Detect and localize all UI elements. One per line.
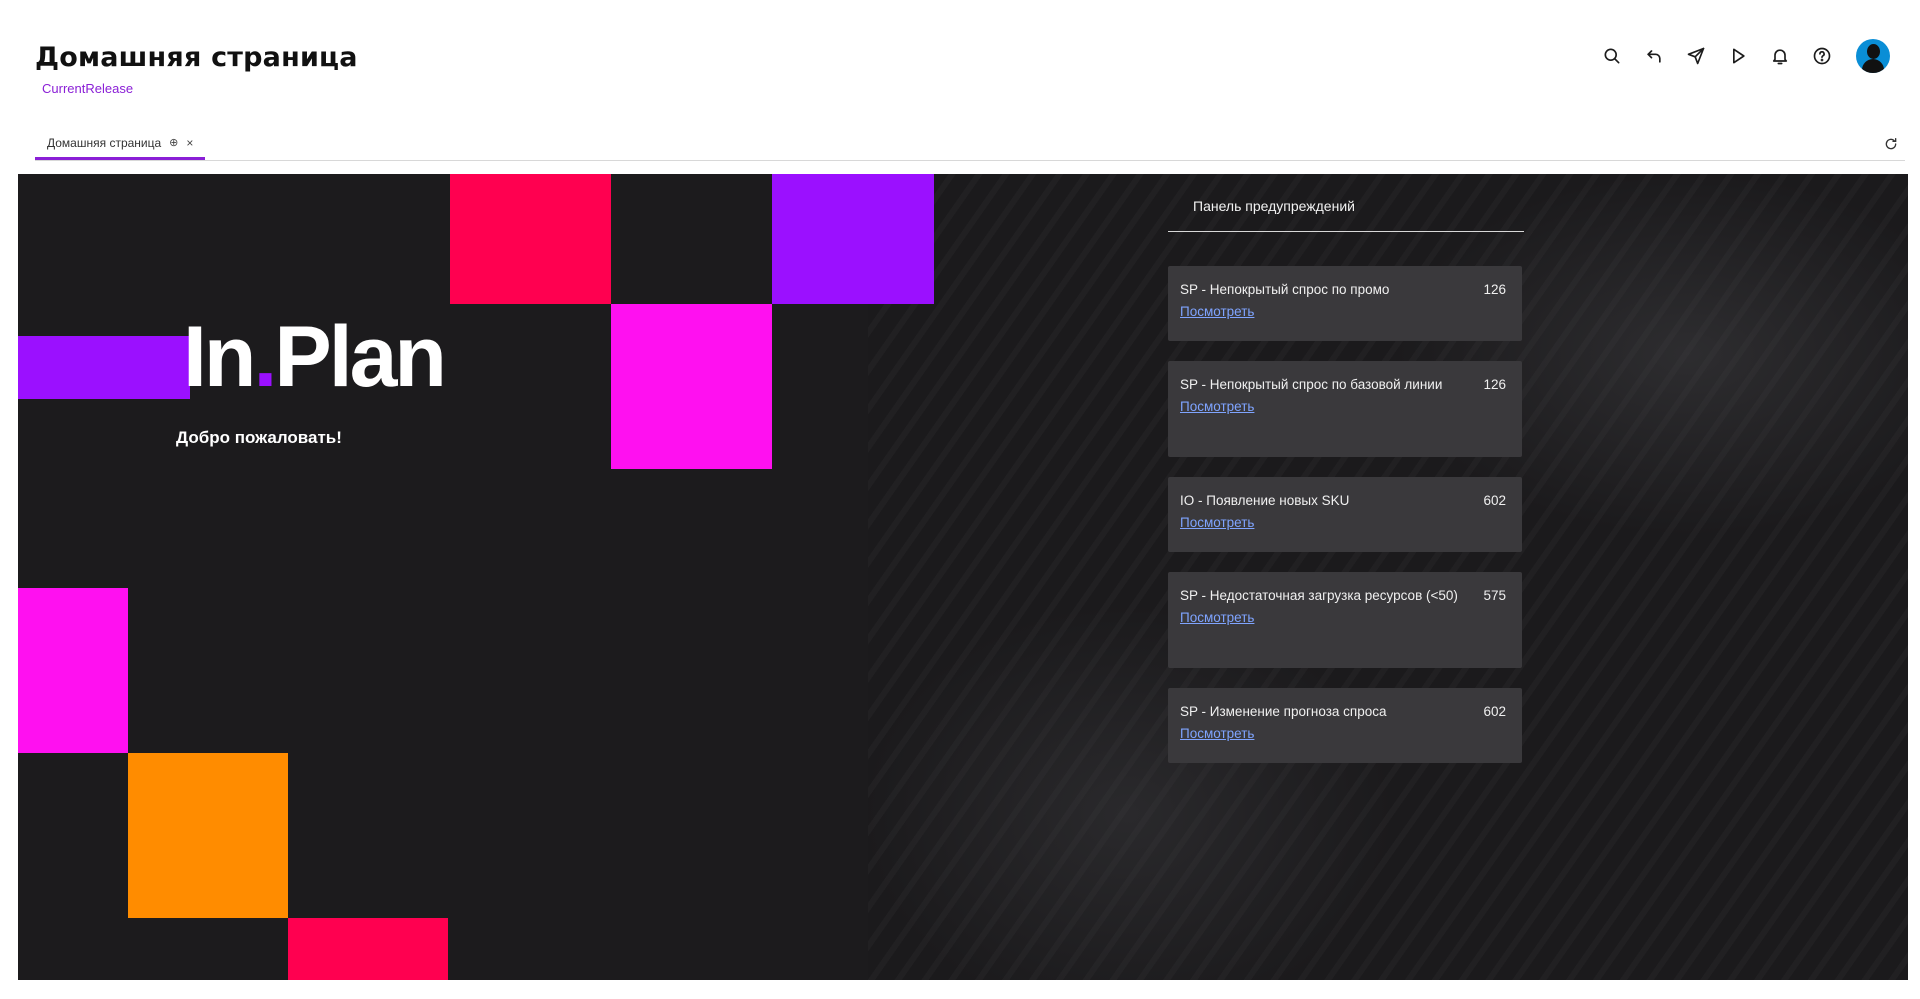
- send-icon[interactable]: [1682, 42, 1710, 70]
- warning-card: SP - Непокрытый спрос по промо 126 Посмо…: [1168, 266, 1522, 341]
- toolbar: [1598, 38, 1890, 74]
- warnings-panel: Панель предупреждений SP - Непокрытый сп…: [1168, 174, 1524, 763]
- decor-square-magenta-left: [18, 588, 128, 753]
- warnings-panel-title: Панель предупреждений: [1168, 174, 1524, 232]
- welcome-text: Добро пожаловать!: [176, 428, 342, 447]
- decor-square-magenta-mid: [611, 304, 772, 469]
- welcome-banner: In.Plan Добро пожаловать! Панель предупр…: [18, 174, 1908, 980]
- view-link[interactable]: Посмотреть: [1180, 726, 1254, 741]
- bell-icon[interactable]: [1766, 42, 1794, 70]
- tab-bar: Домашняя страница ⊕ ×: [35, 128, 206, 160]
- warning-title: SP - Непокрытый спрос по промо: [1180, 282, 1390, 297]
- decor-square-red-top: [450, 174, 611, 304]
- decor-square-purple-top: [772, 174, 934, 304]
- close-icon[interactable]: ×: [186, 136, 193, 150]
- pin-icon[interactable]: ⊕: [169, 136, 178, 149]
- decor-square-orange: [128, 753, 288, 918]
- warning-title: IO - Появление новых SKU: [1180, 493, 1350, 508]
- warning-card: SP - Непокрытый спрос по базовой линии 1…: [1168, 361, 1522, 457]
- release-label: CurrentRelease: [42, 81, 134, 96]
- warning-title: SP - Непокрытый спрос по базовой линии: [1180, 377, 1443, 392]
- warning-count: 602: [1483, 493, 1506, 508]
- view-link[interactable]: Посмотреть: [1180, 515, 1254, 530]
- avatar[interactable]: [1856, 39, 1890, 73]
- decor-square-red-bottom: [288, 918, 448, 980]
- inplan-logo: In.Plan: [183, 309, 447, 405]
- warning-card: SP - Изменение прогноза спроса 602 Посмо…: [1168, 688, 1522, 763]
- decor-bar-purple: [18, 336, 190, 399]
- help-icon[interactable]: [1808, 42, 1836, 70]
- tab-label: Домашняя страница: [47, 135, 162, 150]
- warning-card: SP - Недостаточная загрузка ресурсов (<5…: [1168, 572, 1522, 668]
- app-header: Домашняя страница CurrentRelease: [0, 0, 1920, 130]
- warning-title: SP - Изменение прогноза спроса: [1180, 704, 1387, 719]
- warning-count: 575: [1483, 588, 1506, 603]
- tab-divider: [35, 160, 1905, 161]
- undo-icon[interactable]: [1640, 42, 1668, 70]
- view-link[interactable]: Посмотреть: [1180, 610, 1254, 625]
- warning-count: 126: [1483, 282, 1506, 297]
- search-icon[interactable]: [1598, 42, 1626, 70]
- refresh-icon[interactable]: [1880, 133, 1902, 155]
- warning-title: SP - Недостаточная загрузка ресурсов (<5…: [1180, 588, 1458, 603]
- warning-count: 126: [1483, 377, 1506, 392]
- warning-card: IO - Появление новых SKU 602 Посмотреть: [1168, 477, 1522, 552]
- tab-home[interactable]: Домашняя страница ⊕ ×: [35, 128, 206, 160]
- page-title: Домашняя страница: [35, 42, 358, 73]
- view-link[interactable]: Посмотреть: [1180, 304, 1254, 319]
- warning-count: 602: [1483, 704, 1506, 719]
- view-link[interactable]: Посмотреть: [1180, 399, 1254, 414]
- play-icon[interactable]: [1724, 42, 1752, 70]
